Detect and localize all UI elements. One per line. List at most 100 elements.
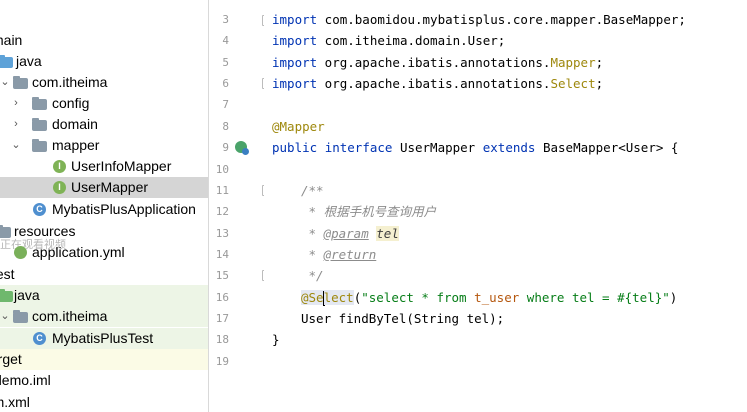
tree-item-userinfomapper[interactable]: I UserInfoMapper bbox=[0, 156, 208, 177]
annotation-name: Mapper bbox=[550, 55, 596, 70]
code-text: com.baomidou.mybatisplus.core.mapper.Bas… bbox=[317, 12, 686, 27]
tree-item-label: UserInfoMapper bbox=[71, 158, 172, 174]
spring-class-icon: C bbox=[33, 332, 46, 345]
comment-star: * bbox=[301, 226, 324, 241]
tree-item-label: java bbox=[16, 53, 42, 69]
code-text: com.itheima.domain.User; bbox=[317, 33, 506, 48]
tree-item-label: config bbox=[52, 95, 90, 111]
tree-item-main[interactable]: main bbox=[0, 30, 208, 51]
code-line: User findByTel(String tel); bbox=[301, 311, 505, 326]
tree-item-label: MybatisPlusTest bbox=[52, 330, 154, 346]
line-number: 17 bbox=[215, 312, 229, 325]
tree-item-mybatisplustest[interactable]: C MybatisPlusTest bbox=[0, 328, 208, 349]
tree-item-pom-xml[interactable]: pom.xml bbox=[0, 392, 208, 412]
line-number: 8 bbox=[222, 120, 229, 133]
code-line: public interface UserMapper extends Base… bbox=[272, 137, 678, 158]
line-number: 18 bbox=[215, 333, 229, 346]
line-number: 4 bbox=[222, 34, 229, 47]
package-icon bbox=[32, 139, 47, 152]
code-text: ; bbox=[595, 76, 604, 91]
code-line: @Mapper bbox=[272, 116, 325, 137]
tree-item-label: UserMapper bbox=[71, 179, 149, 195]
tree-item-label: test bbox=[0, 266, 15, 282]
code-line: import org.apache.ibatis.annotations.Map… bbox=[272, 52, 603, 73]
tree-item-config[interactable]: › config bbox=[0, 93, 208, 114]
tree-item-label: domain bbox=[52, 116, 98, 132]
code-line: */ bbox=[301, 268, 324, 283]
javadoc-param: tel bbox=[376, 226, 399, 241]
tree-item-mybatisplusapplication[interactable]: C MybatisPlusApplication bbox=[0, 199, 208, 220]
tree-item-mapper[interactable]: ⌄ mapper bbox=[0, 135, 208, 156]
editor-gutter: 3 4 5 6 7 8 9 10 11 12 13 14 15 16 17 18… bbox=[209, 0, 272, 412]
line-number: 10 bbox=[215, 163, 229, 176]
interface-icon: I bbox=[53, 181, 66, 194]
tree-item-label: java bbox=[14, 287, 40, 303]
annotation-name: Select bbox=[550, 76, 596, 91]
line-number: 6 bbox=[222, 77, 229, 90]
tree-item-target[interactable]: target bbox=[0, 349, 208, 370]
code-line: import com.itheima.domain.User; bbox=[272, 30, 505, 51]
code-line: * @return bbox=[301, 244, 377, 265]
code-text: org.apache.ibatis.annotations. bbox=[317, 55, 551, 70]
yml-file-icon bbox=[14, 246, 27, 259]
interface-name: UserMapper bbox=[399, 140, 476, 155]
tree-item-label: demo.iml bbox=[0, 372, 51, 388]
keyword: interface bbox=[324, 140, 393, 155]
code-text: ) bbox=[669, 290, 678, 305]
source-folder-icon bbox=[0, 55, 13, 68]
tree-item-usermapper[interactable]: I UserMapper bbox=[0, 177, 208, 198]
javadoc-tag: @param bbox=[323, 226, 369, 241]
chevron-right-icon[interactable]: › bbox=[10, 114, 22, 135]
line-number: 9 bbox=[222, 141, 229, 154]
tree-item-test-java[interactable]: java bbox=[0, 285, 208, 306]
chevron-right-icon[interactable]: › bbox=[10, 93, 22, 114]
tree-item-test[interactable]: test bbox=[0, 264, 208, 285]
tree-item-label: main bbox=[0, 32, 23, 48]
comment-star: * bbox=[301, 247, 324, 262]
tree-item-label: target bbox=[0, 351, 22, 367]
chevron-down-icon[interactable]: ⌄ bbox=[0, 72, 11, 93]
keyword: public bbox=[272, 140, 318, 155]
line-number: 14 bbox=[215, 248, 229, 261]
line-number: 5 bbox=[222, 56, 229, 69]
line-number: 13 bbox=[215, 227, 229, 240]
line-number: 16 bbox=[215, 291, 229, 304]
code-line: import com.baomidou.mybatisplus.core.map… bbox=[272, 9, 686, 30]
tree-item-label: MybatisPlusApplication bbox=[52, 201, 196, 217]
mybatis-navigate-icon[interactable] bbox=[235, 141, 249, 155]
code-line: } bbox=[272, 332, 280, 347]
javadoc-tag: @return bbox=[323, 247, 377, 262]
string-literal: "select * from bbox=[361, 290, 475, 305]
keyword: import bbox=[272, 76, 318, 91]
line-number: 11 bbox=[215, 184, 229, 197]
string-literal: where tel = #{tel}" bbox=[519, 290, 670, 305]
keyword: import bbox=[272, 12, 318, 27]
chevron-down-icon[interactable]: ⌄ bbox=[10, 135, 22, 156]
code-text: org.apache.ibatis.annotations. bbox=[317, 76, 551, 91]
table-name: t_user bbox=[474, 290, 520, 305]
annotation: @Se bbox=[301, 290, 324, 305]
tree-item-label: pom.xml bbox=[0, 394, 30, 410]
code-line: * 根据手机号查询用户 bbox=[301, 204, 437, 219]
tree-item-demo-iml[interactable]: demo.iml bbox=[0, 370, 208, 391]
project-tree-panel: main java ⌄ com.itheima › config › domai… bbox=[0, 0, 208, 412]
chevron-down-icon[interactable]: ⌄ bbox=[0, 306, 11, 327]
code-text: ; bbox=[595, 55, 604, 70]
tree-item-test-com-itheima[interactable]: ⌄ com.itheima bbox=[0, 306, 208, 327]
keyword: import bbox=[272, 55, 318, 70]
interface-icon: I bbox=[53, 160, 66, 173]
line-number: 19 bbox=[215, 355, 229, 368]
tree-item-java[interactable]: java bbox=[0, 51, 208, 72]
code-editor[interactable]: import com.baomidou.mybatisplus.core.map… bbox=[264, 0, 747, 412]
tree-item-domain[interactable]: › domain bbox=[0, 114, 208, 135]
tree-item-com-itheima[interactable]: ⌄ com.itheima bbox=[0, 72, 208, 93]
spring-class-icon: C bbox=[33, 203, 46, 216]
tree-item-label: mapper bbox=[52, 137, 100, 153]
tree-item-label: com.itheima bbox=[32, 308, 108, 324]
package-icon bbox=[32, 97, 47, 110]
line-number: 7 bbox=[222, 98, 229, 111]
tree-item-label: application.yml bbox=[32, 244, 125, 260]
tree-item-label: com.itheima bbox=[32, 74, 108, 90]
tree-item-application-yml[interactable]: application.yml bbox=[0, 242, 208, 263]
code-line: @Select("select * from t_user where tel … bbox=[301, 287, 677, 308]
